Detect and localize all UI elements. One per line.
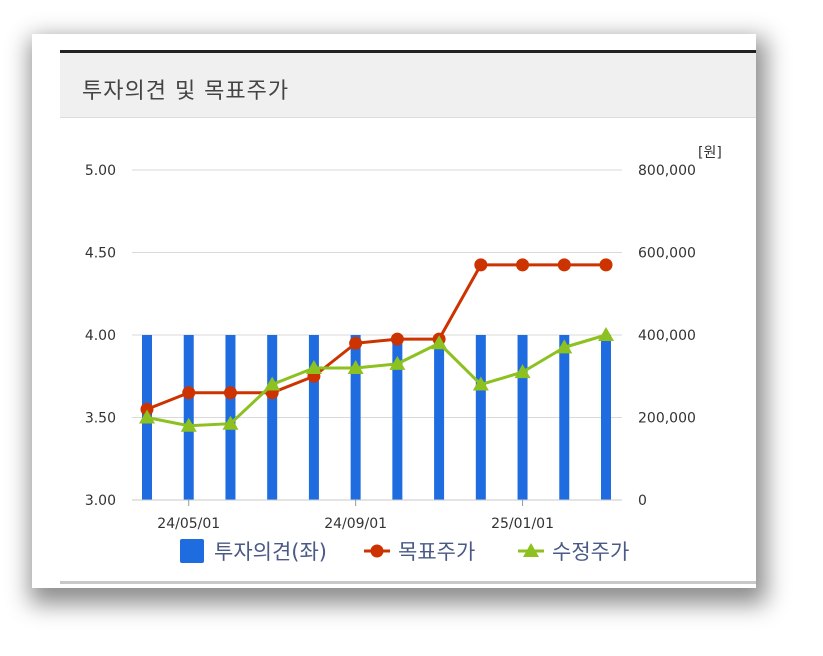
opinion-bar [183, 335, 194, 500]
target-price-point [223, 386, 237, 400]
opinion-target-price-chart: 3.00 0 3.50 200,000 4.00 400,000 4.50 600,000 5.… [85, 145, 722, 564]
opinion-bar [267, 335, 278, 500]
target-price-point [390, 332, 404, 346]
legend-label: 수정주가 [552, 540, 629, 564]
target-price-point [557, 258, 571, 272]
opinion-bar [517, 335, 528, 500]
price-lines [139, 258, 614, 432]
target-price-point [182, 386, 196, 400]
y-right-tick-label: 400,000 [638, 328, 696, 344]
x-tick-label: 24/09/01 [324, 516, 387, 532]
target-price-point [474, 258, 488, 272]
target-price-line [146, 263, 606, 411]
y-left-tick-label: 3.50 [85, 411, 116, 427]
target-price-point [599, 258, 613, 272]
y-left-tick-label: 5.00 [85, 163, 116, 179]
opinion-bar [308, 335, 319, 500]
legend-label: 목표주가 [398, 540, 475, 564]
legend-label: 투자의견(좌) [214, 540, 327, 564]
opinion-bar [559, 335, 570, 500]
y-left-tick-label: 3.00 [85, 493, 116, 509]
target-price-point [349, 336, 363, 350]
adjusted-price-line [146, 333, 607, 428]
legend-circle-marker [370, 544, 384, 558]
adjusted-price-point [598, 327, 614, 341]
y-right-tick-label: 200,000 [638, 411, 696, 427]
legend: 투자의견(좌) 목표주가 수정주가 [180, 539, 629, 564]
opinion-bar [475, 335, 486, 500]
unit-label: [원] [698, 145, 722, 161]
adjusted-price-point [389, 355, 406, 370]
y-right-tick-label: 600,000 [638, 246, 696, 262]
legend-bar-swatch [180, 539, 204, 563]
y-right-tick-label: 0 [638, 493, 647, 509]
grid-lines [132, 169, 622, 501]
x-tick-label: 25/01/01 [491, 516, 554, 532]
y-right-tick-label: 800,000 [638, 163, 696, 179]
opinion-bar [601, 335, 611, 500]
adjusted-price-point [514, 364, 531, 379]
target-price-point [516, 258, 530, 272]
y-left-tick-label: 4.00 [85, 328, 116, 344]
x-tick-label: 24/05/01 [157, 516, 220, 532]
opinion-bar [434, 335, 445, 500]
y-left-tick-label: 4.50 [85, 246, 116, 262]
opinion-bar [350, 335, 361, 500]
